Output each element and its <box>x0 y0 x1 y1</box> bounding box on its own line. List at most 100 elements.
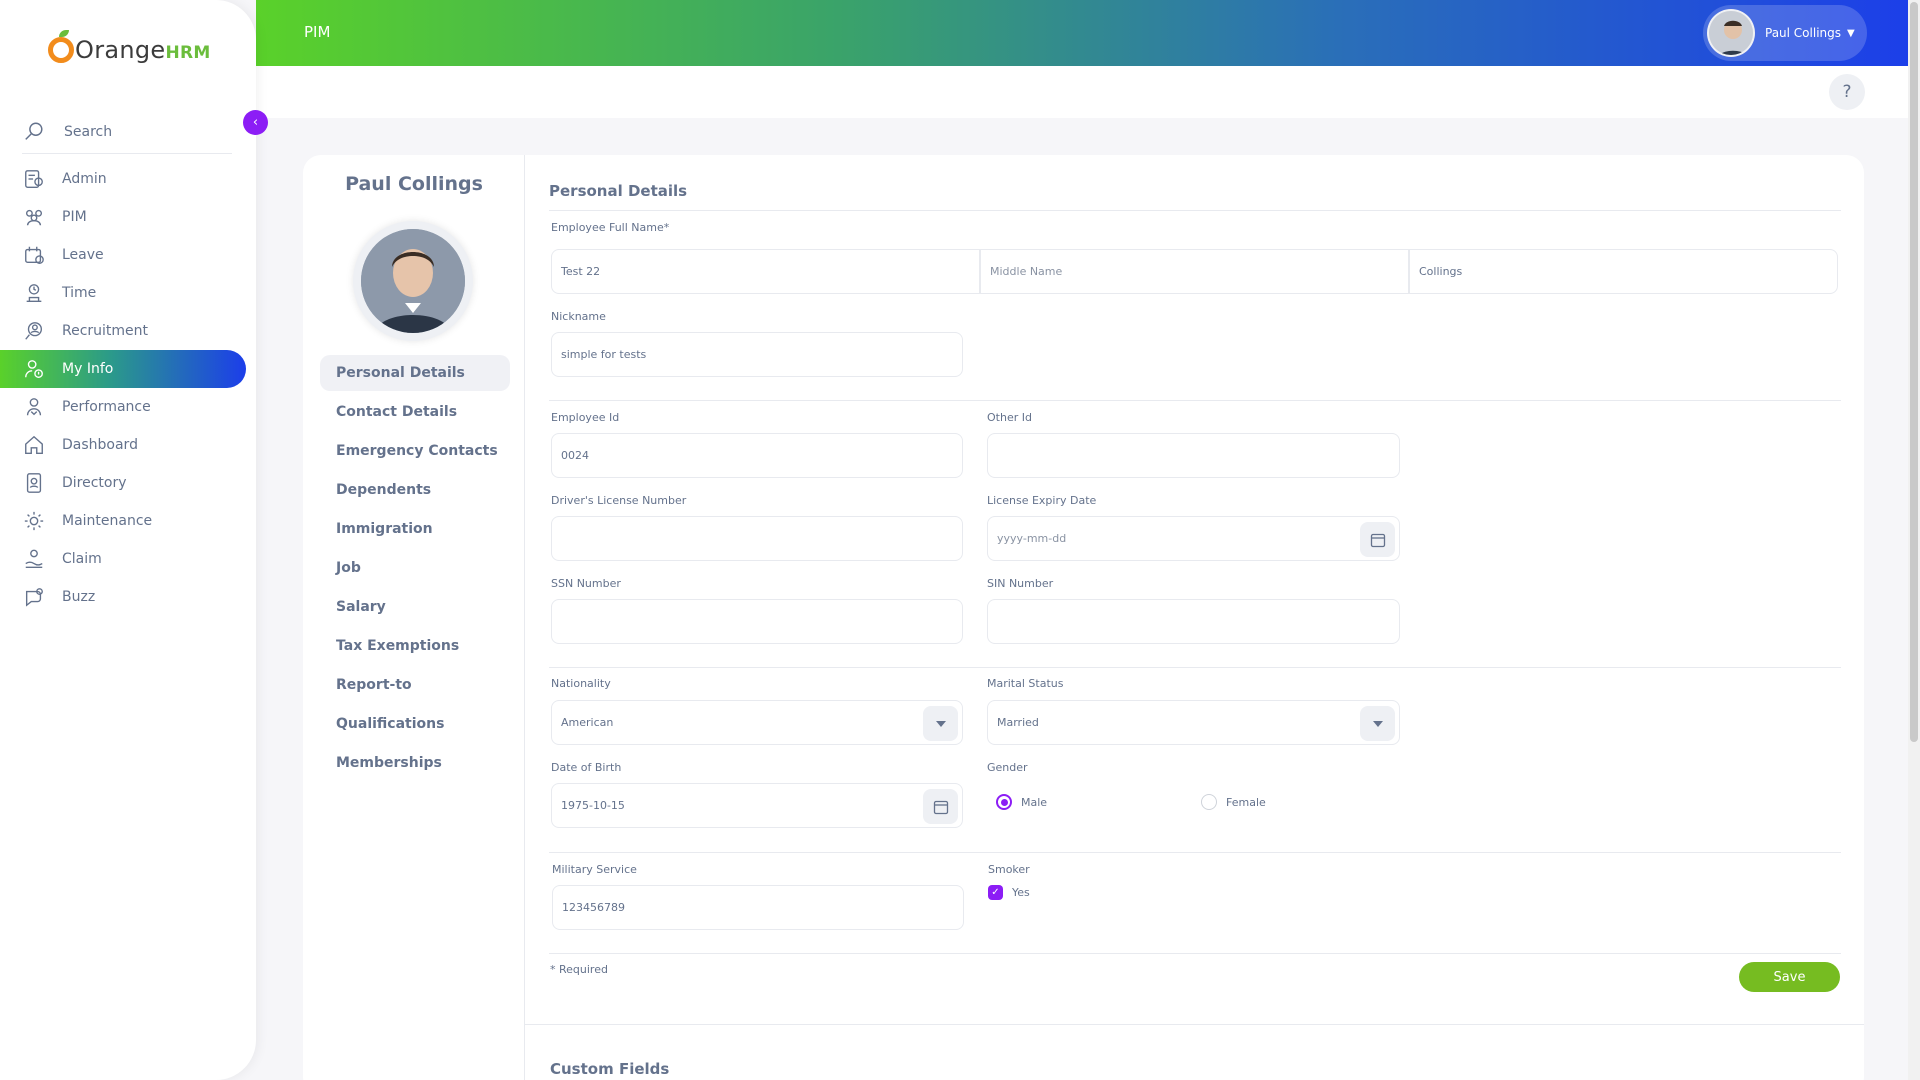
gender-male-label: Male <box>1021 795 1048 809</box>
tab-qualifications[interactable]: Qualifications <box>320 706 510 742</box>
first-name-input[interactable]: Test 22 <box>551 249 980 294</box>
tab-salary[interactable]: Salary <box>320 589 510 625</box>
section-divider <box>525 1024 1864 1025</box>
employee-photo[interactable] <box>353 221 473 341</box>
tab-emergency-contacts[interactable]: Emergency Contacts <box>320 433 510 469</box>
sidebar-search[interactable]: Search <box>22 110 232 154</box>
military-service-label: Military Service <box>552 863 637 876</box>
recruitment-icon <box>22 319 46 343</box>
other-id-label: Other Id <box>987 411 1032 424</box>
save-button[interactable]: Save <box>1739 962 1840 992</box>
radio-unselected-icon <box>1201 794 1217 810</box>
sidebar-collapse-button[interactable]: ‹ <box>243 110 268 135</box>
scrollbar-thumb[interactable] <box>1910 2 1918 742</box>
nickname-input[interactable]: simple for tests <box>551 332 963 377</box>
smoker-option-label: Yes <box>1012 886 1030 899</box>
pim-icon <box>22 205 46 229</box>
gender-female-radio[interactable]: Female <box>1201 794 1266 810</box>
full-name-label: Employee Full Name* <box>551 221 670 234</box>
last-name-input[interactable]: Collings <box>1409 249 1838 294</box>
smoker-label: Smoker <box>988 863 1030 876</box>
sidebar-item-dashboard[interactable]: Dashboard <box>0 426 246 464</box>
tab-tax-exemptions[interactable]: Tax Exemptions <box>320 628 510 664</box>
dob-input[interactable]: 1975-10-15 <box>551 783 963 828</box>
military-service-input[interactable]: 123456789 <box>552 885 964 930</box>
license-input[interactable] <box>551 516 963 561</box>
tab-personal-details[interactable]: Personal Details <box>320 355 510 391</box>
help-button[interactable]: ? <box>1829 74 1865 110</box>
calendar-icon[interactable] <box>1360 522 1395 557</box>
top-bar: PIM Paul Collings ▼ <box>256 0 1920 66</box>
sidebar-item-label: Performance <box>62 399 151 415</box>
gender-male-radio[interactable]: Male <box>996 794 1047 810</box>
nationality-select[interactable]: American <box>551 700 963 745</box>
divider <box>549 400 1841 401</box>
sidebar-item-label: Leave <box>62 247 104 263</box>
ssn-label: SSN Number <box>551 577 621 590</box>
sidebar: OrangeHRM Search Admin PIM Leave Time Re… <box>0 0 256 1080</box>
tab-immigration[interactable]: Immigration <box>320 511 510 547</box>
sidebar-item-pim[interactable]: PIM <box>0 198 246 236</box>
employee-card: Paul Collings Personal Details Contact D… <box>303 155 1864 1080</box>
license-expiry-placeholder: yyyy-mm-dd <box>997 532 1067 545</box>
time-icon <box>22 281 46 305</box>
sidebar-menu: Admin PIM Leave Time Recruitment My Info… <box>0 160 256 616</box>
directory-icon <box>22 471 46 495</box>
calendar-icon[interactable] <box>923 789 958 824</box>
tab-contact-details[interactable]: Contact Details <box>320 394 510 430</box>
ssn-input[interactable] <box>551 599 963 644</box>
license-expiry-input[interactable]: yyyy-mm-dd <box>987 516 1400 561</box>
sin-input[interactable] <box>987 599 1400 644</box>
buzz-icon <box>22 585 46 609</box>
user-dropdown[interactable]: Paul Collings ▼ <box>1703 5 1867 61</box>
search-label: Search <box>64 123 113 140</box>
performance-icon <box>22 395 46 419</box>
page-scrollbar[interactable] <box>1908 0 1920 1080</box>
tab-job[interactable]: Job <box>320 550 510 586</box>
orangehrm-logo[interactable]: OrangeHRM <box>48 30 211 70</box>
tab-dependents[interactable]: Dependents <box>320 472 510 508</box>
employee-photo-image <box>361 229 465 333</box>
gender-label: Gender <box>987 761 1028 774</box>
sidebar-item-recruitment[interactable]: Recruitment <box>0 312 246 350</box>
employee-id-label: Employee Id <box>551 411 620 424</box>
marital-status-select[interactable]: Married <box>987 700 1400 745</box>
tab-memberships[interactable]: Memberships <box>320 745 510 781</box>
marital-status-label: Marital Status <box>987 677 1064 690</box>
chevron-down-icon <box>923 706 958 741</box>
employee-id-input[interactable]: 0024 <box>551 433 963 478</box>
sidebar-item-performance[interactable]: Performance <box>0 388 246 426</box>
nationality-label: Nationality <box>551 677 611 690</box>
page-title: PIM <box>304 23 331 41</box>
sidebar-item-directory[interactable]: Directory <box>0 464 246 502</box>
smoker-checkbox[interactable]: ✓ Yes <box>988 885 1030 900</box>
divider <box>549 667 1841 668</box>
required-note: * Required <box>550 963 608 976</box>
section-title: Personal Details <box>549 182 688 200</box>
sidebar-item-label: Recruitment <box>62 323 149 339</box>
sidebar-item-claim[interactable]: Claim <box>0 540 246 578</box>
user-name: Paul Collings <box>1765 26 1842 40</box>
employee-tabs: Personal Details Contact Details Emergen… <box>320 355 510 784</box>
nickname-label: Nickname <box>551 310 606 323</box>
middle-name-input[interactable]: Middle Name <box>980 249 1409 294</box>
sin-label: SIN Number <box>987 577 1054 590</box>
sidebar-item-maintenance[interactable]: Maintenance <box>0 502 246 540</box>
avatar <box>1707 9 1755 57</box>
tab-report-to[interactable]: Report-to <box>320 667 510 703</box>
sidebar-item-label: Directory <box>62 475 127 491</box>
dob-value: 1975-10-15 <box>561 799 625 812</box>
sidebar-item-my-info[interactable]: My Info <box>0 350 246 388</box>
maintenance-icon <box>22 509 46 533</box>
sidebar-item-time[interactable]: Time <box>0 274 246 312</box>
sidebar-item-leave[interactable]: Leave <box>0 236 246 274</box>
leave-icon <box>22 243 46 267</box>
employee-name: Paul Collings <box>345 173 483 195</box>
caret-down-icon: ▼ <box>1847 27 1855 39</box>
sidebar-item-admin[interactable]: Admin <box>0 160 246 198</box>
admin-icon <box>22 167 46 191</box>
other-id-input[interactable] <box>987 433 1400 478</box>
license-expiry-label: License Expiry Date <box>987 494 1097 507</box>
divider <box>549 210 1841 211</box>
sidebar-item-buzz[interactable]: Buzz <box>0 578 246 616</box>
